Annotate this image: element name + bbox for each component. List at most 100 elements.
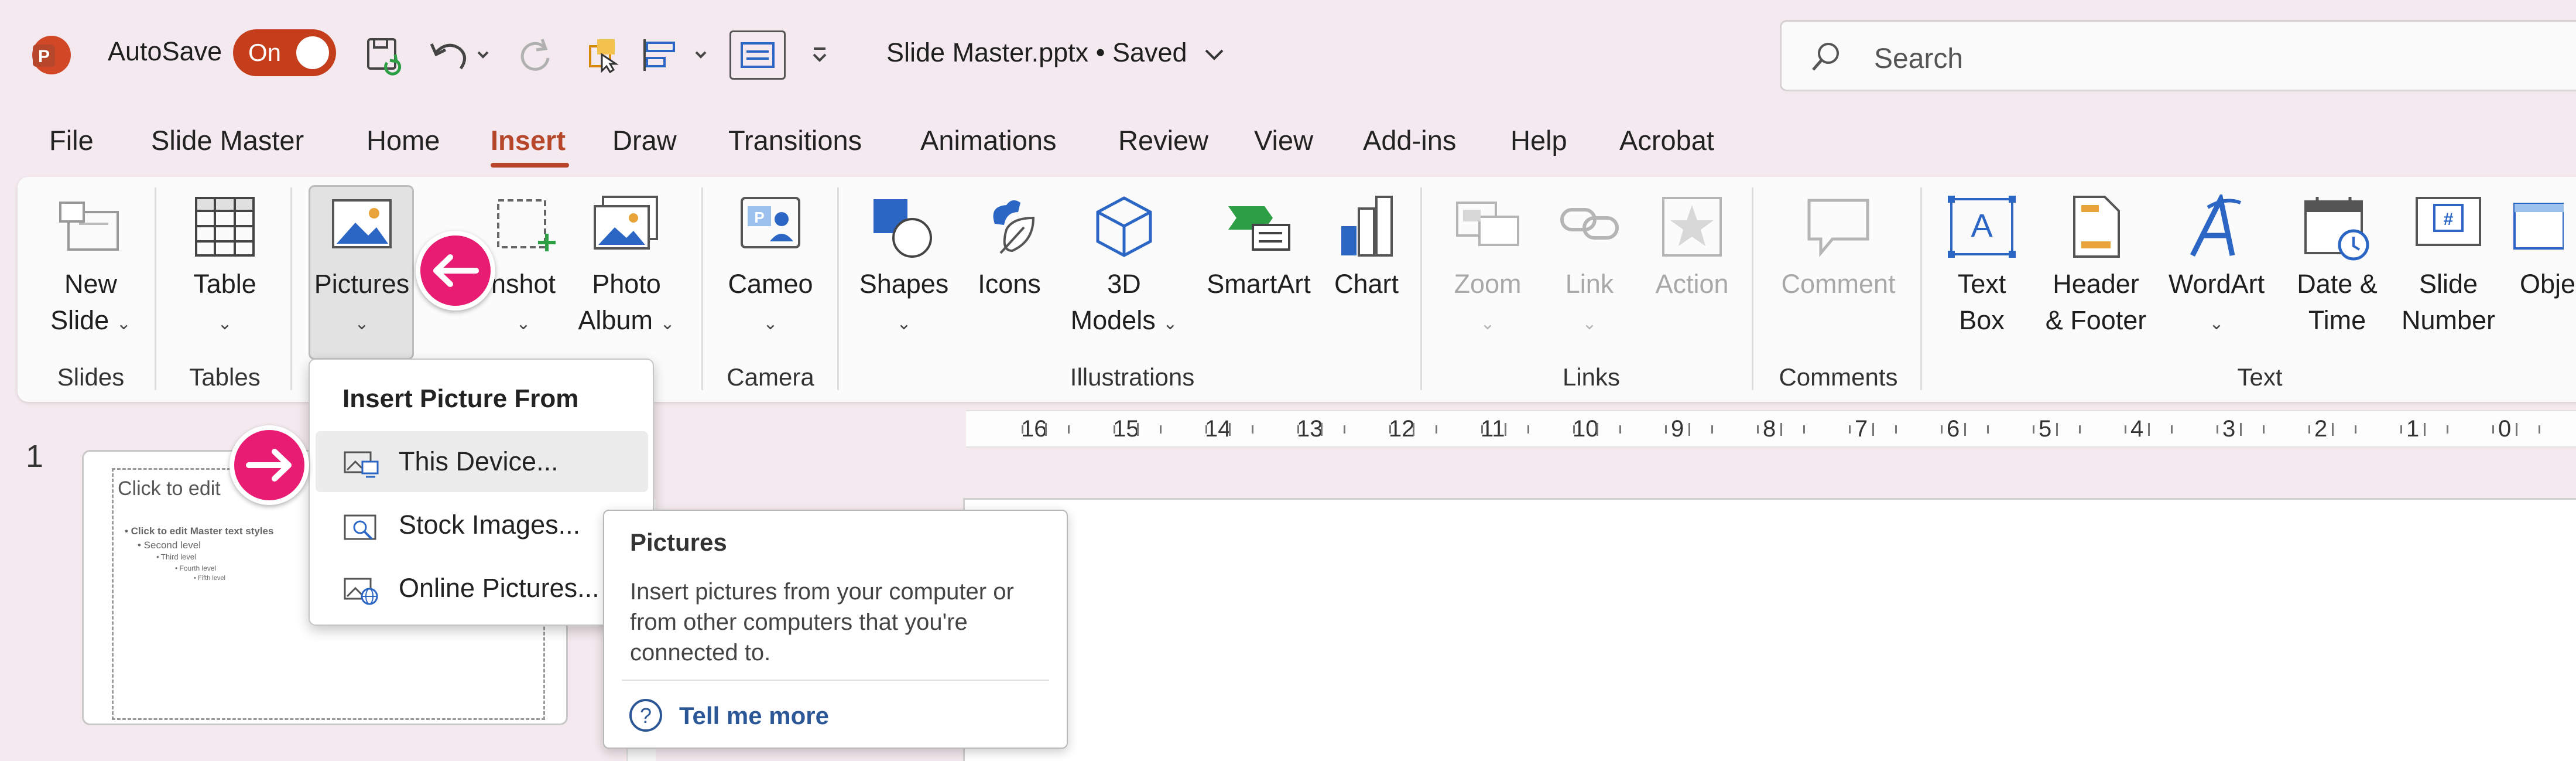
undo-button[interactable] [422,30,498,80]
annotation-arrow-right-icon [229,425,309,505]
chevron-down-icon: ⌄ [354,314,369,333]
ruler-tick [2239,423,2242,436]
shapes-button[interactable]: Shapes ⌄ [851,177,957,353]
group-label-text: Text [2237,363,2283,391]
customize-icon [813,47,827,62]
ruler-tick [1504,423,1506,436]
ruler-tick [2354,425,2356,434]
group-separator [155,187,156,390]
redo-button[interactable] [509,30,562,80]
photo-album-label-1: Photo [592,269,661,299]
chevron-down-icon: ⌄ [116,314,131,333]
undo-icon [430,43,489,70]
thumbnail-text-line: • Fourth level [175,564,217,572]
chevron-down-icon: ⌄ [660,314,675,333]
pictures-label: Pictures [314,269,410,299]
ruler-tick [2033,425,2035,434]
icons-button[interactable]: Icons [962,177,1056,353]
slide-number-button[interactable]: # Slide Number [2396,177,2501,353]
photo-album-button[interactable]: Photo Album ⌄ [574,177,679,353]
document-title[interactable]: Slide Master.pptx • Saved [886,37,1187,68]
photo-album-label-2: Album [578,305,653,335]
menu-item-this-device[interactable]: This Device... [316,431,648,492]
zoom-button[interactable]: Zoom ⌄ [1438,177,1537,353]
zoom-label: Zoom [1454,269,1522,299]
3d-models-label-1: 3D [1107,269,1141,299]
redo-icon [520,39,550,71]
ruler-tick [1849,425,1851,434]
link-button[interactable]: Link ⌄ [1546,177,1633,353]
table-button[interactable]: Table ⌄ [172,177,278,353]
ruler-tick [1412,423,1414,436]
ruler-tick [2125,425,2127,434]
slide-canvas[interactable] [963,498,2576,761]
autosave-toggle[interactable]: On [233,29,336,76]
tab-add-ins[interactable]: Add-ins [1363,124,1456,156]
tab-review[interactable]: Review [1118,124,1208,156]
header-footer-button[interactable]: Header & Footer [2037,177,2154,353]
tab-file[interactable]: File [49,124,94,156]
link-icon [1557,194,1622,262]
comment-button[interactable]: Comment [1768,177,1909,353]
chevron-down-icon: ⌄ [896,314,912,333]
menu-item-stock-images[interactable]: Stock Images... [316,494,648,555]
zoom-icon [1453,194,1523,262]
action-button[interactable]: Action [1639,177,1745,353]
date-time-button[interactable]: Date & Time [2284,177,2390,353]
slide-master-view-button[interactable] [729,30,786,80]
select-shape-button[interactable] [576,30,629,80]
cameo-button[interactable]: P Cameo ⌄ [718,177,823,353]
tab-animations[interactable]: Animations [920,124,1057,156]
ruler-tick [2078,425,2081,434]
object-button[interactable]: Object [2506,177,2576,353]
tab-transitions[interactable]: Transitions [728,124,862,156]
align-button[interactable] [635,30,717,80]
slide-layout-icon [741,42,775,68]
help-circle-icon[interactable]: ? [628,697,664,736]
ruler-label: 3 [2222,416,2236,442]
ruler-label: 0 [2498,416,2512,442]
smartart-button[interactable]: SmartArt [1200,177,1317,353]
horizontal-ruler[interactable]: 16 15 14 13 12 11 10 9 8 7 6 5 4 3 2 1 0 [966,410,2576,448]
tab-draw[interactable]: Draw [612,124,677,156]
save-button[interactable] [359,30,409,80]
new-slide-button[interactable]: New Slide ⌄ [47,177,135,353]
tab-home[interactable]: Home [366,124,440,156]
ruler-label: 8 [1763,416,1776,442]
ruler-tick [2446,425,2448,434]
tab-slide-master[interactable]: Slide Master [151,124,304,156]
tell-me-more-link[interactable]: Tell me more [679,702,829,730]
group-label-links: Links [1562,363,1621,391]
pictures-icon [330,194,394,262]
cube-icon [1092,194,1156,268]
text-box-button[interactable]: A Text Box [1938,177,2026,353]
search-placeholder: Search [1874,43,1964,74]
customize-qat-button[interactable] [802,30,837,80]
tab-view[interactable]: View [1254,124,1313,156]
group-separator [1920,187,1922,390]
ruler-label: 16 [1021,416,1047,442]
title-bar: P AutoSave On Slide Master.pptx • Saved [0,0,2576,111]
wordart-button[interactable]: WordArt ⌄ [2158,177,2275,353]
ruler-tick [1688,423,1690,436]
menu-item-online-pictures[interactable]: Online Pictures... [316,558,648,619]
3d-models-button[interactable]: 3D Models ⌄ [1060,177,1188,353]
stock-images-icon [342,513,380,545]
ruler-label: 2 [2314,416,2328,442]
ruler-tick [1435,425,1437,434]
annotation-arrow-left-icon [416,231,495,310]
search-box[interactable]: Search [1780,20,2576,91]
pictures-button[interactable]: Pictures ⌄ [310,177,413,353]
table-icon [193,194,257,268]
chart-button[interactable]: Chart [1320,177,1413,353]
text-box-label-1: Text [1957,269,2006,299]
tab-help[interactable]: Help [1510,124,1567,156]
ruler-tick [2538,425,2540,434]
ruler-tick [1320,423,1323,436]
chevron-down-icon[interactable] [1203,42,1226,69]
group-separator [1752,187,1753,390]
ruler-tick [2308,425,2311,434]
tab-insert[interactable]: Insert [491,124,566,156]
tab-acrobat[interactable]: Acrobat [1619,124,1714,156]
calendar-clock-icon [2302,194,2372,271]
